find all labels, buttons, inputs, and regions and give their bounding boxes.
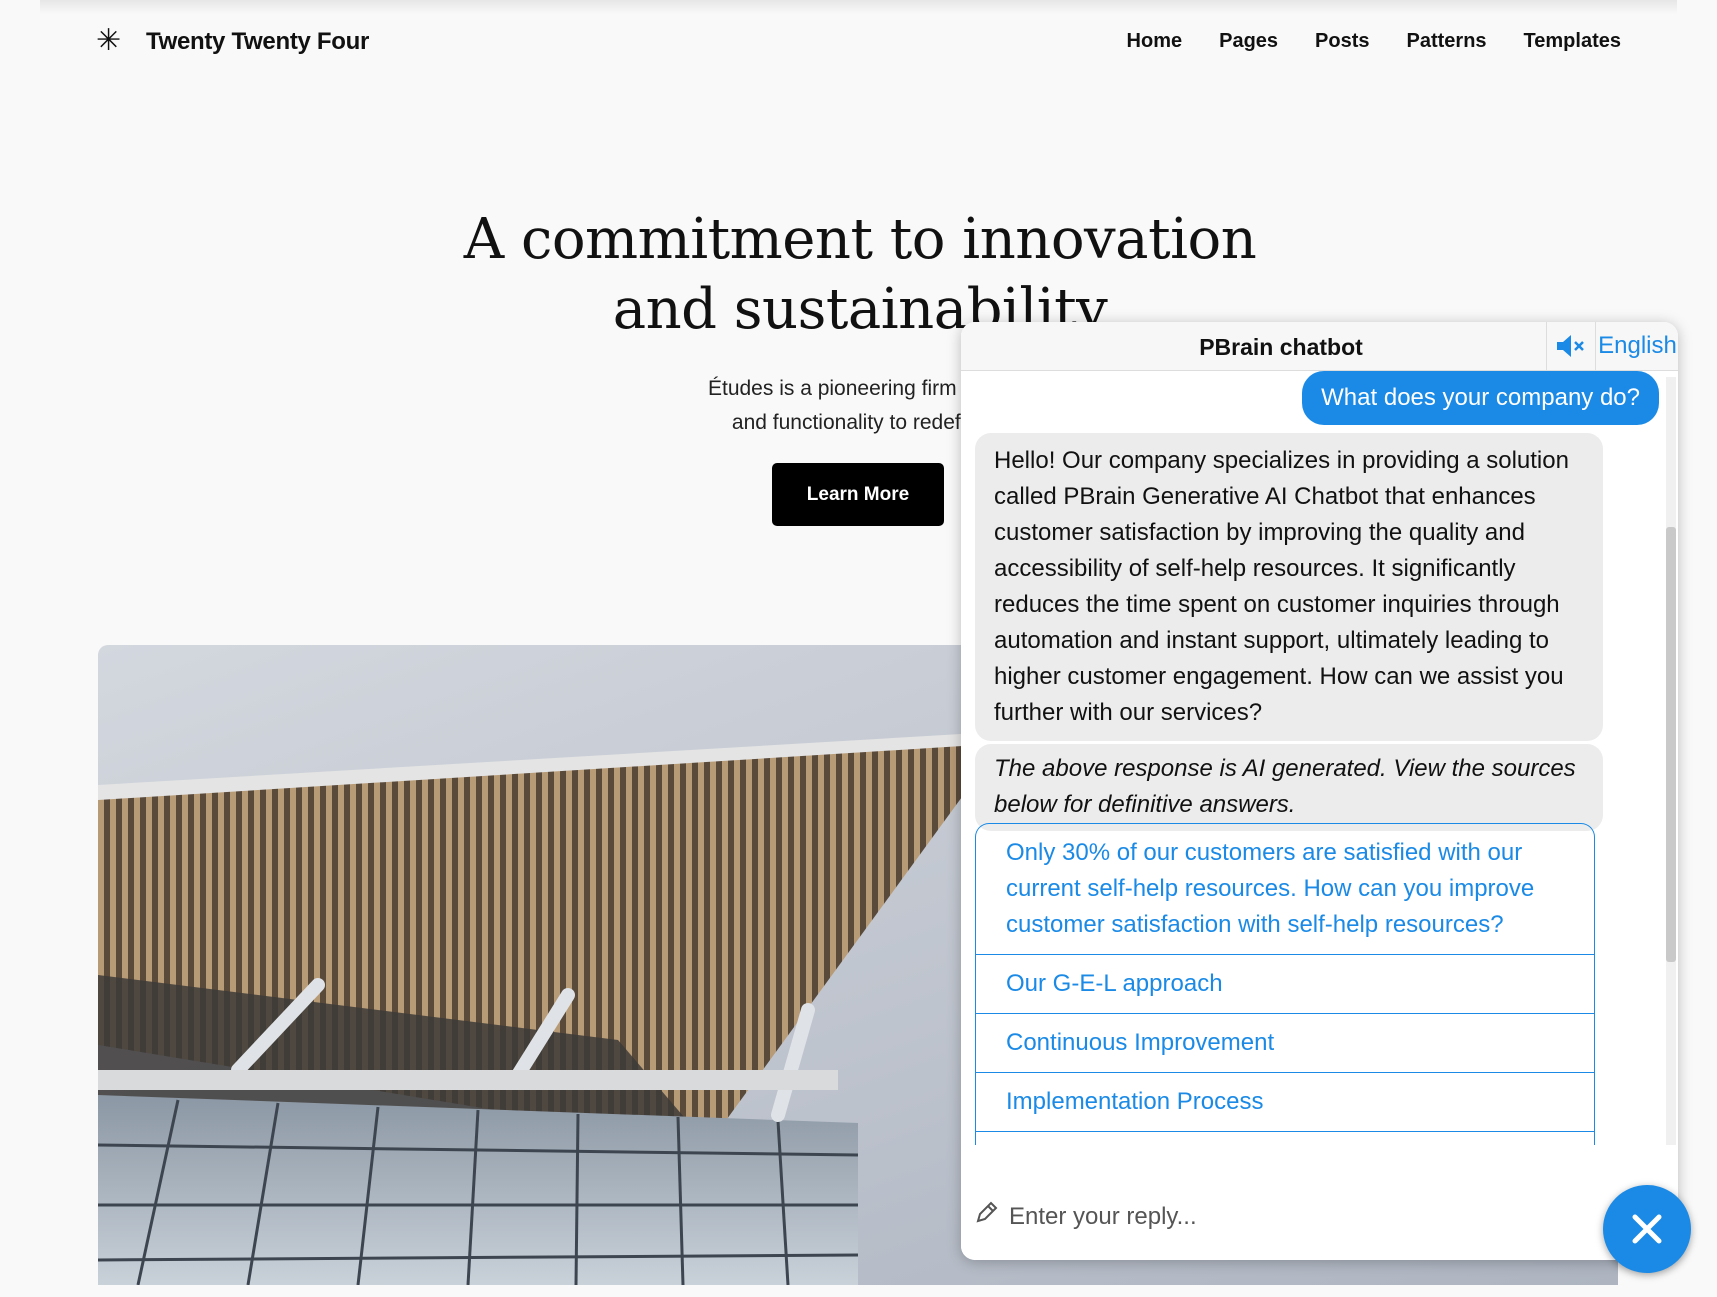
chat-scrollbar-thumb[interactable] bbox=[1666, 527, 1676, 962]
nav-templates[interactable]: Templates bbox=[1524, 30, 1621, 53]
chatbot-window: PBrain chatbot English What does your co… bbox=[961, 322, 1678, 1260]
site-title[interactable]: Twenty Twenty Four bbox=[146, 28, 369, 56]
nav-home[interactable]: Home bbox=[1127, 30, 1183, 53]
ai-disclaimer: The above response is AI generated. View… bbox=[975, 744, 1603, 831]
nav-pages[interactable]: Pages bbox=[1219, 30, 1278, 53]
source-link[interactable]: Our G-E-L approach bbox=[976, 955, 1594, 1014]
source-list: Only 30% of our customers are satisfied … bbox=[975, 823, 1595, 1145]
nav-posts[interactable]: Posts bbox=[1315, 30, 1369, 53]
main-nav: Home Pages Posts Patterns Templates bbox=[1090, 30, 1621, 53]
chat-input-row bbox=[961, 1178, 1678, 1260]
source-link-partial[interactable] bbox=[976, 1132, 1594, 1145]
site-header: ✳ Twenty Twenty Four Home Pages Posts Pa… bbox=[0, 0, 1717, 84]
hero-title-line1: A commitment to innovation bbox=[463, 207, 1257, 272]
chatbot-title: PBrain chatbot bbox=[1199, 334, 1363, 360]
pencil-icon bbox=[976, 1201, 998, 1223]
speaker-muted-icon bbox=[1557, 335, 1584, 357]
close-icon bbox=[1632, 1214, 1662, 1244]
source-link[interactable]: Implementation Process bbox=[976, 1073, 1594, 1132]
chat-messages[interactable]: What does your company do? Hello! Our co… bbox=[961, 371, 1678, 1145]
source-link[interactable]: Continuous Improvement bbox=[976, 1014, 1594, 1073]
bot-message: Hello! Our company specializes in provid… bbox=[975, 433, 1603, 741]
chat-reply-input[interactable] bbox=[1007, 1194, 1551, 1240]
language-selector[interactable]: English bbox=[1595, 322, 1678, 370]
mute-button[interactable] bbox=[1546, 322, 1595, 370]
user-message: What does your company do? bbox=[1302, 371, 1659, 425]
close-chat-button[interactable] bbox=[1603, 1185, 1691, 1273]
source-link[interactable]: Only 30% of our customers are satisfied … bbox=[976, 824, 1594, 955]
nav-patterns[interactable]: Patterns bbox=[1407, 30, 1487, 53]
learn-more-button[interactable]: Learn More bbox=[772, 463, 944, 526]
chatbot-header: PBrain chatbot English bbox=[961, 322, 1678, 371]
asterisk-logo-icon[interactable]: ✳ bbox=[96, 24, 121, 58]
